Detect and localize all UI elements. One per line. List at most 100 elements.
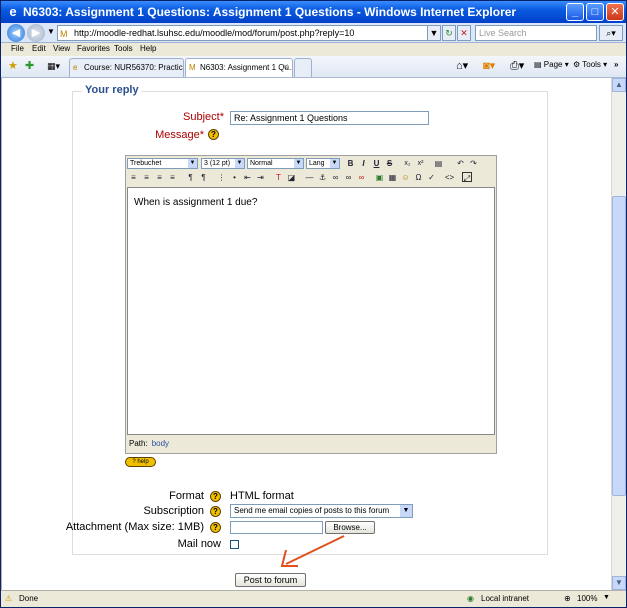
url-input[interactable]: M http://moodle-redhat.lsuhsc.edu/moodle… [57,25,439,41]
spellcheck-icon[interactable]: ✓ [426,172,437,183]
align-center-icon[interactable]: ≡ [141,172,152,183]
quick-tabs-icon[interactable]: ▦▾ [47,61,60,72]
print-icon[interactable]: ⎙▾ [510,59,524,73]
superscript-icon[interactable]: x² [415,158,426,169]
zoom-dropdown-icon[interactable]: ▼ [603,594,610,601]
style-select[interactable]: Normal ▼ [247,158,304,169]
home-icon[interactable]: ⌂▾ [456,59,468,72]
back-button[interactable]: ◀ [7,24,25,42]
subscription-select[interactable]: Send me email copies of posts to this fo… [230,504,413,518]
post-to-forum-button[interactable]: Post to forum [235,573,306,587]
lang-select-value: Lang [309,160,325,167]
ordered-list-icon[interactable]: ⋮ [216,172,227,183]
zoom-level[interactable]: 100% [577,594,597,603]
search-icon[interactable]: ⌕▾ [599,25,623,41]
ie-logo-icon: e [9,4,17,19]
lang-select[interactable]: Lang ▼ [306,158,340,169]
scroll-down-icon[interactable]: ▼ [612,576,626,590]
attachment-help-icon[interactable]: ? [210,522,221,533]
menu-help[interactable]: Help [140,44,156,53]
tab-assignment[interactable]: M N6303: Assignment 1 Qu... ✕ [185,58,293,77]
vertical-scrollbar[interactable]: ▲ ▼ [611,78,626,590]
horizontal-rule-icon[interactable]: — [304,172,315,183]
image-icon[interactable]: ▣ [374,172,385,183]
subscript-icon[interactable]: x₂ [402,158,413,169]
editor-path-bar: Path: body [127,436,495,451]
search-input[interactable]: Live Search [475,25,597,41]
tab-course[interactable]: e Course: NUR56370: Practice ... [69,58,184,77]
scroll-thumb[interactable] [612,196,626,496]
editor-help-button[interactable]: ? help [125,457,156,467]
scroll-up-icon[interactable]: ▲ [612,78,626,92]
html-source-icon[interactable]: <> [444,172,455,183]
rtl-icon[interactable]: ¶ [198,172,209,183]
italic-icon[interactable]: I [358,158,369,169]
close-tab-icon[interactable]: ✕ [281,59,289,76]
forward-button[interactable]: ▶ [27,24,45,42]
menu-view[interactable]: View [53,44,70,53]
strikethrough-icon[interactable]: S [384,158,395,169]
minimize-button[interactable]: _ [566,3,584,21]
format-label: Format [169,490,204,502]
message-editor-area[interactable]: When is assignment 1 due? [127,187,495,435]
smiley-icon[interactable]: ☺ [400,172,411,183]
special-char-icon[interactable]: Ω [413,172,424,183]
font-select[interactable]: Trebuchet ▼ [127,158,198,169]
bold-icon[interactable]: B [345,158,356,169]
menu-favorites[interactable]: Favorites [77,44,110,53]
page-menu-label: Page [543,60,563,69]
outdent-icon[interactable]: ⇤ [242,172,253,183]
mailnow-checkbox[interactable] [230,540,239,549]
maximize-button[interactable]: □ [586,3,604,21]
path-body-link[interactable]: body [152,439,169,448]
editor-toolbar-row-2: ≡ ≡ ≡ ≡ ¶ ¶ ⋮ • ⇤ ⇥ T ◪ — ⚓ ∞ ∞ ∞ ▣ ▦ ☺ [126,171,496,184]
unlink-icon[interactable]: ∞ [343,172,354,183]
title-bar: e N6303: Assignment 1 Questions: Assignm… [1,1,626,23]
redo-icon[interactable]: ↷ [468,158,479,169]
refresh-icon[interactable]: ↻ [442,25,456,41]
history-dropdown-icon[interactable]: ▼ [47,27,55,36]
table-icon[interactable]: ▦ [387,172,398,183]
indent-icon[interactable]: ⇥ [255,172,266,183]
feeds-icon[interactable]: ◙▾ [483,59,495,72]
size-select[interactable]: 3 (12 pt) ▼ [201,158,245,169]
justify-icon[interactable]: ≡ [167,172,178,183]
unordered-list-icon[interactable]: • [229,172,240,183]
chevron-right-icon[interactable]: » [614,60,618,69]
chevron-down-icon: ▼ [400,505,412,517]
message-help-icon[interactable]: ? [208,129,219,140]
attachment-label: Attachment (Max size: 1MB) [65,521,204,533]
nolink-icon[interactable]: ∞ [356,172,367,183]
align-left-icon[interactable]: ≡ [128,172,139,183]
subject-input[interactable]: Re: Assignment 1 Questions [230,111,429,125]
add-favorite-icon[interactable]: ✚ [25,59,34,72]
fullscreen-icon[interactable]: ⤢ [462,172,472,183]
moodle-favicon-icon: M [60,29,68,39]
url-dropdown-icon[interactable]: ▼ [427,25,441,41]
anchor-icon[interactable]: ⚓ [317,172,328,183]
bg-color-icon[interactable]: ◪ [286,172,297,183]
status-bar: ⚠ Done ◉ Local intranet ⊕ 100% ▼ [1,590,626,607]
stop-icon[interactable]: ✕ [457,25,471,41]
menu-tools[interactable]: Tools [114,44,133,53]
clean-word-icon[interactable]: ▤ [433,158,444,169]
tools-menu[interactable]: ⚙ Tools ▾ [573,60,607,69]
link-icon[interactable]: ∞ [330,172,341,183]
menu-edit[interactable]: Edit [32,44,46,53]
page-menu[interactable]: ▤ Page ▾ [534,60,569,69]
undo-icon[interactable]: ↶ [455,158,466,169]
style-select-value: Normal [250,160,273,167]
close-window-button[interactable]: ✕ [606,3,624,21]
subscription-help-icon[interactable]: ? [210,506,221,517]
format-value: HTML format [230,490,294,502]
format-help-icon[interactable]: ? [210,491,221,502]
favorites-star-icon[interactable]: ★ [8,59,18,72]
ltr-icon[interactable]: ¶ [185,172,196,183]
align-right-icon[interactable]: ≡ [154,172,165,183]
chevron-down-icon: ▼ [330,159,339,168]
size-select-value: 3 (12 pt) [204,160,231,167]
text-color-icon[interactable]: T [273,172,284,183]
new-tab-button[interactable] [294,58,312,77]
underline-icon[interactable]: U [371,158,382,169]
menu-file[interactable]: File [11,44,24,53]
